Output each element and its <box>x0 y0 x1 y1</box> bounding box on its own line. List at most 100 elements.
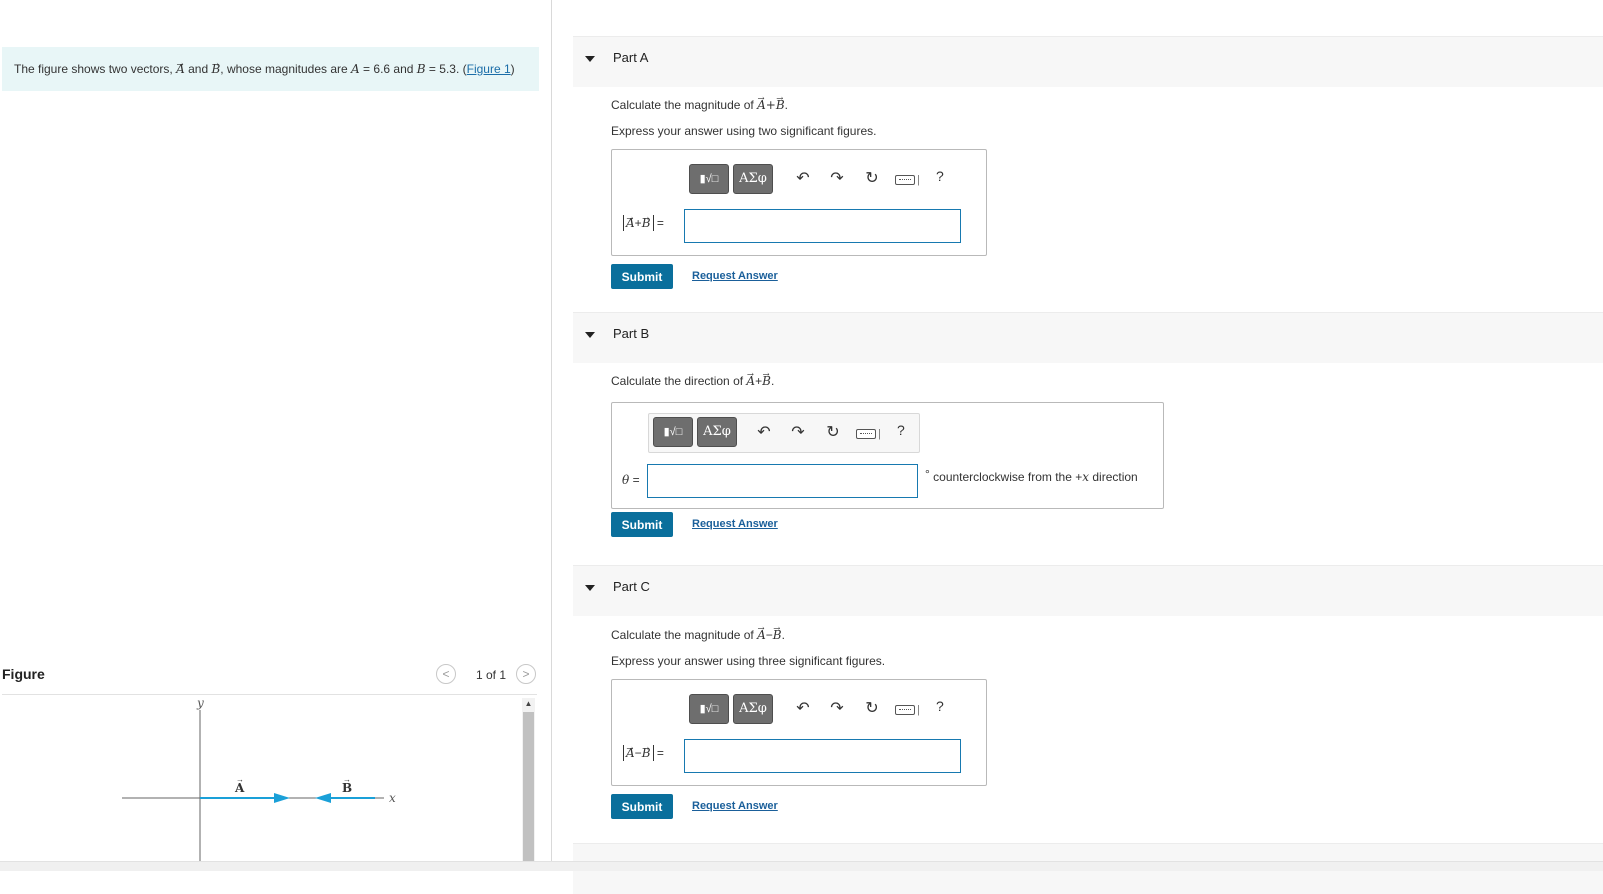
unit-x: x <box>1082 470 1090 484</box>
collapse-caret-icon[interactable] <box>585 585 595 591</box>
problem-statement: The figure shows two vectors, A and B, w… <box>2 42 539 91</box>
part-b-math-toolbar: ▮√□ ΑΣφ ↶ ↷ ↻ | ? <box>648 413 920 453</box>
vector-figure: y x A → B → <box>122 698 396 863</box>
part-c-vec-b: B <box>773 623 782 642</box>
degree-symbol: ° <box>925 467 930 481</box>
part-c-answer-label: A−B = <box>623 740 664 761</box>
figure-header: Figure < 1 of 1 > <box>2 664 537 695</box>
magnitude-b-value: = 5.3. <box>425 62 460 76</box>
magnitude-a-value: = 6.6 and <box>359 62 417 76</box>
part-a-answer-label: A+B = <box>623 210 664 231</box>
previous-figure-button[interactable]: < <box>436 664 456 684</box>
problem-magnitudes-text: , whose magnitudes are <box>220 62 348 76</box>
reset-icon[interactable]: ↻ <box>861 698 883 720</box>
x-axis-label: x <box>389 791 396 805</box>
scroll-up-arrow-icon[interactable]: ▲ <box>522 698 535 710</box>
vector-a-symbol: A <box>176 42 185 91</box>
left-pane: The figure shows two vectors, A and B, w… <box>0 0 552 870</box>
part-b-prompt-text: Calculate the direction of <box>611 374 744 388</box>
part-a-label-equals: = <box>656 216 664 230</box>
reset-icon[interactable]: ↻ <box>861 168 883 190</box>
part-b-prompt: Calculate the direction of A+B. <box>611 369 775 388</box>
part-a-label-operator: + <box>634 216 642 230</box>
unit-direction: direction <box>1092 470 1138 484</box>
part-a-answer-box: ▮√□ ΑΣφ ↶ ↷ ↻ | ? A+B = <box>611 149 987 256</box>
part-c-label-equals: = <box>656 746 664 760</box>
part-c-label-vec-b: B <box>642 740 651 761</box>
part-b-unit-label: ° counterclockwise from the +x direction <box>925 467 1138 484</box>
figure-link[interactable]: Figure 1 <box>467 62 511 76</box>
part-b-vec-a: A <box>746 369 755 388</box>
templates-icon[interactable]: ▮√□ <box>689 694 729 724</box>
vector-b-arrowhead <box>315 793 331 803</box>
part-a-vec-b: B <box>776 93 785 112</box>
part-a-period: . <box>784 98 789 112</box>
part-b-answer-input[interactable] <box>647 464 918 498</box>
undo-icon[interactable]: ↶ <box>753 422 775 444</box>
figure-page-counter: 1 of 1 <box>476 668 507 682</box>
unit-text: counterclockwise from the <box>933 470 1072 484</box>
redo-icon[interactable]: ↷ <box>826 168 848 190</box>
scrollbar-thumb[interactable] <box>523 712 534 863</box>
keyboard-icon[interactable] <box>895 175 915 185</box>
next-figure-button[interactable]: > <box>516 664 536 684</box>
part-a-prompt-text: Calculate the magnitude of <box>611 98 754 112</box>
toolbar-separator: | <box>917 174 920 186</box>
redo-icon[interactable]: ↷ <box>787 422 809 444</box>
figure-scrollbar[interactable]: ▲ <box>522 698 535 863</box>
part-c-prompt: Calculate the magnitude of A−B. <box>611 623 785 642</box>
part-c-prompt-text: Calculate the magnitude of <box>611 628 754 642</box>
figure-title: Figure <box>2 666 45 682</box>
part-b-header[interactable]: Part B <box>573 312 1603 363</box>
part-a-label-vec-b: B <box>642 210 651 231</box>
part-b-vec-b: B <box>762 369 771 388</box>
vector-a-label-arrow: → <box>236 775 244 784</box>
collapse-caret-icon[interactable] <box>585 56 595 62</box>
templates-icon[interactable]: ▮√□ <box>653 417 693 447</box>
greek-symbols-icon[interactable]: ΑΣφ <box>733 164 773 194</box>
keyboard-icon[interactable] <box>895 705 915 715</box>
part-b-answer-box: ▮√□ ΑΣφ ↶ ↷ ↻ | ? θ = ° counterclockwise… <box>611 402 1164 509</box>
vector-b-label-arrow: → <box>343 775 351 784</box>
greek-symbols-icon[interactable]: ΑΣφ <box>697 417 737 447</box>
part-a-label-vec-a: A <box>626 210 635 231</box>
part-a-answer-input[interactable] <box>684 209 961 243</box>
part-b-answer-label: θ = <box>622 473 640 487</box>
part-b-request-answer-link[interactable]: Request Answer <box>692 518 778 530</box>
part-c-operator: − <box>765 628 773 642</box>
part-c-vec-a: A <box>757 623 766 642</box>
part-a-operator: + <box>765 98 776 112</box>
part-b-title: Part B <box>613 326 650 341</box>
problem-intro: The figure shows two vectors, <box>14 62 173 76</box>
part-a-request-answer-link[interactable]: Request Answer <box>692 270 778 282</box>
magnitude-a-symbol: A <box>351 62 360 76</box>
part-c-request-answer-link[interactable]: Request Answer <box>692 800 778 812</box>
part-b-period: . <box>770 374 775 388</box>
magnitude-b-symbol: B <box>416 62 426 76</box>
toolbar-separator: | <box>917 704 920 716</box>
greek-symbols-icon[interactable]: ΑΣφ <box>733 694 773 724</box>
collapse-caret-icon[interactable] <box>585 332 595 338</box>
help-icon[interactable]: ? <box>936 698 944 714</box>
part-b-submit-button[interactable]: Submit <box>611 512 673 537</box>
part-a-vec-a: A <box>757 93 766 112</box>
part-c-answer-box: ▮√□ ΑΣφ ↶ ↷ ↻ | ? A−B = <box>611 679 987 786</box>
problem-and: and <box>188 62 209 76</box>
keyboard-icon[interactable] <box>856 429 876 439</box>
vector-b-symbol: B <box>211 42 220 91</box>
part-c-period: . <box>781 628 785 642</box>
templates-icon[interactable]: ▮√□ <box>689 164 729 194</box>
part-a-header[interactable]: Part A <box>573 36 1603 87</box>
part-a-submit-button[interactable]: Submit <box>611 264 673 289</box>
help-icon[interactable]: ? <box>936 168 944 184</box>
reset-icon[interactable]: ↻ <box>822 422 844 444</box>
part-c-submit-button[interactable]: Submit <box>611 794 673 819</box>
part-c-label-vec-a: A <box>626 740 635 761</box>
help-icon[interactable]: ? <box>897 422 905 438</box>
redo-icon[interactable]: ↷ <box>826 698 848 720</box>
part-c-header[interactable]: Part C <box>573 565 1603 616</box>
undo-icon[interactable]: ↶ <box>792 168 814 190</box>
undo-icon[interactable]: ↶ <box>792 698 814 720</box>
part-c-answer-input[interactable] <box>684 739 961 773</box>
toolbar-separator: | <box>878 428 881 440</box>
